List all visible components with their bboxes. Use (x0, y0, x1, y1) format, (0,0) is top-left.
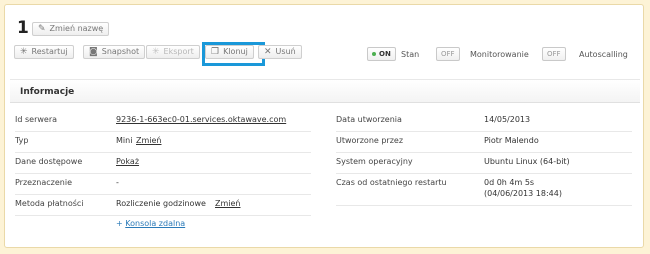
restart-icon: ✳ (20, 47, 28, 57)
rename-label: Zmień nazwę (49, 24, 104, 33)
state-toggle-value: ON (379, 50, 391, 58)
created-row: Data utworzenia 14/05/2013 (336, 112, 632, 132)
os-label: System operacyjny (336, 157, 413, 166)
snapshot-button[interactable]: ◙ Snapshot (83, 45, 146, 59)
autoscaling-label: Autoscalling (579, 50, 628, 59)
camera-icon: ◙ (89, 47, 98, 57)
type-change-link[interactable]: Zmień (136, 136, 162, 145)
restart-button[interactable]: ✳ Restartuj (14, 45, 74, 59)
export-button[interactable]: ✳ Eksport (146, 45, 200, 59)
type-value: Mini (116, 136, 133, 145)
clone-highlight (202, 42, 265, 66)
payment-change-link[interactable]: Zmień (215, 199, 241, 208)
server-number: 1 (17, 18, 29, 38)
monitoring-toggle[interactable]: OFF (436, 47, 460, 61)
server-id-label: Id serwera (15, 115, 58, 124)
access-show-link[interactable]: Pokaż (116, 157, 139, 166)
delete-label: Usuń (275, 47, 296, 56)
type-label: Typ (15, 136, 29, 145)
monitoring-toggle-value: OFF (441, 50, 455, 58)
rename-button[interactable]: ✎ Zmień nazwę (32, 22, 110, 36)
purpose-row: Przeznaczenie - (15, 175, 311, 195)
restart-label: Restartuj (31, 47, 68, 56)
server-id-row: Id serwera 9236-1-663ec0-01.services.okt… (15, 112, 311, 132)
uptime-row: Czas od ostatniego restartu 0d 0h 4m 5s … (336, 175, 632, 206)
remote-console[interactable]: + Konsola zdalna (116, 219, 185, 228)
os-value: Ubuntu Linux (64-bit) (484, 157, 570, 166)
created-by-value: Piotr Malendo (484, 136, 539, 145)
remote-console-link[interactable]: Konsola zdalna (125, 219, 185, 228)
server-panel: 1 ✎ Zmień nazwę ✳ Restartuj ◙ Snapshot ✳… (4, 4, 644, 248)
monitoring-label: Monitorowanie (470, 50, 529, 59)
created-by-row: Utworzone przez Piotr Malendo (336, 133, 632, 153)
snapshot-label: Snapshot (101, 47, 140, 56)
purpose-label: Przeznaczenie (15, 178, 72, 187)
access-label: Dane dostępowe (15, 157, 83, 166)
payment-label: Metoda płatności (15, 199, 84, 208)
autoscaling-toggle-value: OFF (547, 50, 561, 58)
payment-value: Rozliczenie godzinowe (116, 199, 206, 208)
export-icon: ✳ (152, 47, 160, 57)
created-by-label: Utworzone przez (336, 136, 404, 145)
state-label: Stan (401, 50, 420, 59)
created-value: 14/05/2013 (484, 115, 531, 124)
purpose-value: - (116, 178, 119, 187)
delete-button[interactable]: ✕ Usuń (258, 45, 302, 59)
pencil-icon: ✎ (38, 24, 46, 34)
autoscaling-toggle[interactable]: OFF (542, 47, 566, 61)
server-id-link[interactable]: 9236-1-663ec0-01.services.oktawave.com (116, 115, 286, 124)
os-row: System operacyjny Ubuntu Linux (64-bit) (336, 154, 632, 174)
created-label: Data utworzenia (336, 115, 402, 124)
payment-row: Metoda płatności Rozliczenie godzinowe Z… (15, 196, 311, 216)
info-section-header: Informacje (10, 79, 640, 103)
status-dot-icon (372, 52, 376, 56)
info-title: Informacje (20, 87, 75, 97)
uptime-since: (04/06/2013 18:44) (484, 189, 562, 198)
access-row: Dane dostępowe Pokaż (15, 154, 311, 174)
uptime-value: 0d 0h 4m 5s (484, 178, 535, 187)
close-icon: ✕ (264, 47, 272, 57)
type-row: Typ Mini Zmień (15, 133, 311, 153)
uptime-label: Czas od ostatniego restartu (336, 178, 447, 187)
export-label: Eksport (163, 47, 194, 56)
plus-icon: + (116, 219, 123, 228)
state-toggle[interactable]: ON (367, 47, 396, 61)
